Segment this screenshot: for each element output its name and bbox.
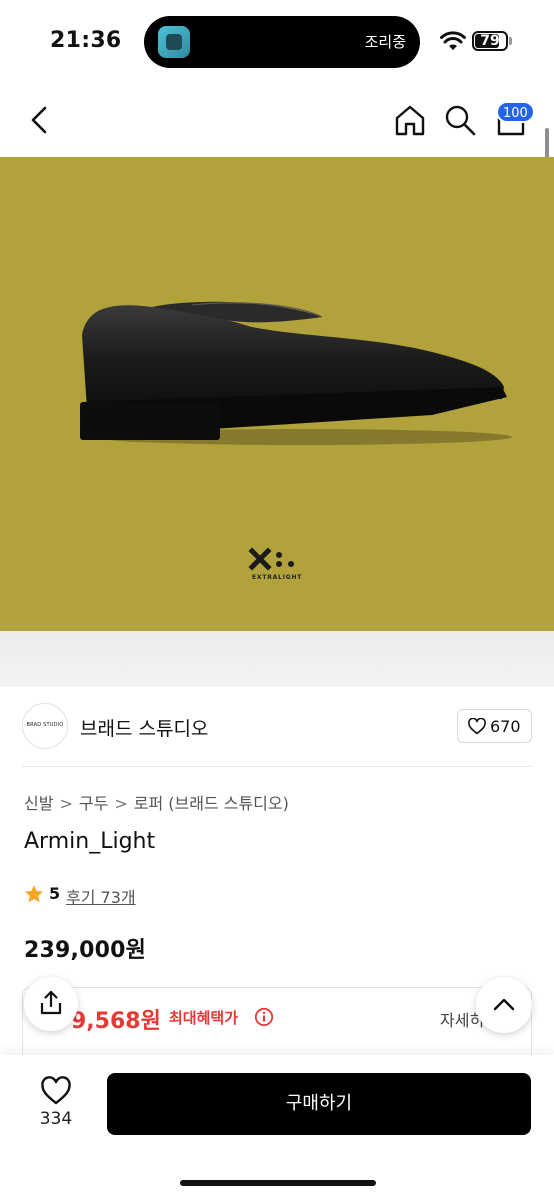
extralight-logo-text: EXTRALIGHT (252, 574, 303, 581)
scroll-top-button[interactable] (476, 977, 532, 1033)
heart-icon (468, 718, 486, 735)
shoe-illustration (80, 301, 512, 445)
rating-value: 5 (49, 884, 61, 903)
brand-row[interactable]: BRAD STUDIO 브래드 스튜디오 670 (0, 687, 554, 767)
breadcrumb-item[interactable]: 구두 (79, 794, 108, 813)
brand-logo[interactable]: BRAD STUDIO (22, 703, 68, 749)
breadcrumb-item[interactable]: 신발 (24, 794, 53, 813)
chevron-left-icon[interactable] (24, 102, 56, 138)
brand-logo-text: BRAD STUDIO (26, 722, 64, 728)
brand-like-button[interactable]: 670 (457, 709, 532, 743)
buy-button[interactable]: 구매하기 (107, 1073, 531, 1135)
cart-badge: 100 (496, 101, 535, 123)
wifi-icon (440, 31, 466, 50)
chevron-up-icon (493, 998, 515, 1011)
breadcrumb-separator: > (59, 794, 73, 813)
brand-like-count: 670 (490, 717, 521, 736)
search-icon[interactable] (442, 102, 478, 138)
status-bar: 21:36 조리중 79 (0, 0, 554, 84)
battery-level: 79 (480, 33, 500, 49)
home-icon[interactable] (392, 102, 428, 138)
dynamic-island[interactable]: 조리중 (144, 16, 420, 68)
nav-bar (0, 84, 554, 156)
product-title: Armin_Light (24, 829, 156, 854)
wish-count: 334 (39, 1109, 73, 1129)
breadcrumb-item[interactable]: 로퍼 (브래드 스튜디오) (134, 794, 289, 813)
benefit-price: 9,568원 (71, 1009, 161, 1034)
info-icon[interactable] (254, 1007, 274, 1027)
benefit-label: 최대혜택가 (169, 1009, 239, 1027)
bottom-action-bar: 334 구매하기 (0, 1055, 554, 1200)
activity-text: 조리중 (364, 33, 406, 51)
star-icon (25, 885, 43, 903)
home-indicator[interactable] (180, 1180, 376, 1186)
product-hero-image[interactable]: EXTRALIGHT (0, 157, 554, 631)
battery-icon: 79 (472, 31, 508, 51)
image-gap (0, 631, 554, 687)
breadcrumb: 신발 > 구두 > 로퍼 (브래드 스튜디오) (24, 790, 289, 814)
battery-cap (509, 37, 512, 45)
product-price: 239,000원 (24, 938, 147, 963)
heart-icon[interactable] (40, 1076, 72, 1106)
app-thumbnail-icon (158, 26, 190, 58)
share-icon (40, 990, 62, 1015)
divider (22, 766, 532, 767)
review-link[interactable]: 후기 73개 (66, 884, 136, 908)
extralight-logo (248, 547, 294, 571)
clock: 21:36 (50, 28, 122, 53)
breadcrumb-separator: > (114, 794, 128, 813)
share-button[interactable] (24, 977, 78, 1031)
brand-name[interactable]: 브래드 스튜디오 (80, 714, 208, 741)
